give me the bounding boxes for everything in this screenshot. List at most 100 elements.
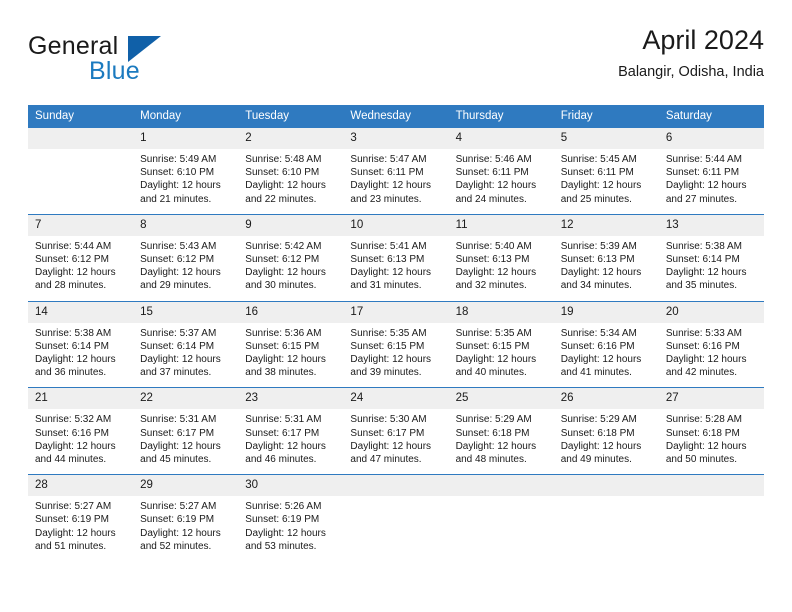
day-cell[interactable]: 4 Sunrise: 5:46 AM Sunset: 6:11 PM Daylight… [448, 128, 554, 214]
day-cell-empty [658, 475, 764, 561]
day-cell[interactable]: 9 Sunrise: 5:42 AM Sunset: 6:12 PM Daylight… [238, 214, 344, 301]
day-detail-line: Sunrise: 5:47 AM [350, 154, 427, 165]
day-detail-line: and 28 minutes. [35, 280, 107, 292]
day-cell[interactable]: 3 Sunrise: 5:47 AM Sunset: 6:11 PM Daylight… [343, 128, 449, 214]
day-detail-line: Daylight: 12 hours [140, 440, 221, 452]
day-detail-line: Sunrise: 5:34 AM [560, 327, 637, 339]
day-detail-line: Sunrise: 5:29 AM [455, 414, 532, 426]
logo-text-blue: Blue [89, 57, 140, 85]
day-detail-line: Daylight: 12 hours [665, 267, 747, 279]
day-detail-line: Sunset: 6:10 PM [245, 167, 320, 179]
day-details: Sunrise: 5:26 AM Sunset: 6:19 PM Daylight:… [238, 496, 343, 553]
day-detail-line: Sunrise: 5:37 AM [140, 327, 217, 339]
day-cell[interactable]: 28 Sunrise: 5:27 AM Sunset: 6:19 PM Dayligh… [28, 475, 134, 561]
title-block: April 2024 Balangir, Odisha, India [618, 24, 764, 82]
day-number: 17 [343, 301, 449, 323]
day-cell[interactable]: 10 Sunrise: 5:41 AM Sunset: 6:13 PM Dayligh… [343, 214, 449, 301]
day-cell[interactable]: 14 Sunrise: 5:38 AM Sunset: 6:14 PM Dayligh… [28, 301, 134, 388]
day-cell[interactable]: 11 Sunrise: 5:40 AM Sunset: 6:13 PM Dayligh… [448, 214, 554, 301]
day-number: 5 [553, 128, 659, 149]
calendar-page: General Blue April 2024 Balangir, Odisha… [0, 0, 792, 612]
day-detail-line: Sunset: 6:19 PM [140, 514, 215, 526]
day-cell[interactable]: 24 Sunrise: 5:30 AM Sunset: 6:17 PM Dayligh… [343, 388, 449, 474]
day-detail-line: Daylight: 12 hours [350, 354, 432, 366]
day-cell[interactable]: 29 Sunrise: 5:27 AM Sunset: 6:19 PM Dayligh… [133, 475, 239, 561]
day-cell[interactable]: 7 Sunrise: 5:44 AM Sunset: 6:12 PM Daylight… [28, 214, 134, 301]
general-blue-logo[interactable]: General Blue [28, 32, 238, 90]
day-detail-line: and 41 minutes. [560, 367, 632, 379]
day-number [28, 128, 134, 149]
day-cell[interactable]: 25 Sunrise: 5:29 AM Sunset: 6:18 PM Dayligh… [448, 388, 554, 474]
day-detail-line: Sunrise: 5:32 AM [35, 414, 112, 426]
day-detail-line: Sunrise: 5:49 AM [140, 154, 217, 165]
day-number: 18 [448, 301, 554, 323]
day-number: 27 [658, 388, 764, 410]
day-number: 14 [28, 301, 134, 323]
day-details: Sunrise: 5:45 AM Sunset: 6:11 PM Daylight:… [554, 149, 659, 206]
day-cell[interactable]: 8 Sunrise: 5:43 AM Sunset: 6:12 PM Daylight… [133, 214, 239, 301]
day-cell[interactable]: 23 Sunrise: 5:31 AM Sunset: 6:17 PM Dayligh… [238, 388, 344, 474]
day-details: Sunrise: 5:33 AM Sunset: 6:16 PM Daylight:… [659, 323, 764, 380]
day-detail-line: Sunrise: 5:44 AM [35, 240, 112, 252]
day-cell[interactable]: 19 Sunrise: 5:34 AM Sunset: 6:16 PM Dayligh… [553, 301, 659, 388]
day-details: Sunrise: 5:31 AM Sunset: 6:17 PM Daylight:… [133, 409, 238, 466]
day-cell[interactable]: 21 Sunrise: 5:32 AM Sunset: 6:16 PM Dayligh… [28, 388, 134, 474]
day-detail-line: Daylight: 12 hours [35, 440, 116, 452]
day-number: 1 [133, 128, 239, 149]
day-detail-line: Sunset: 6:11 PM [350, 167, 424, 179]
day-detail-line: and 29 minutes. [140, 280, 212, 292]
day-detail-line: Sunrise: 5:31 AM [245, 414, 322, 426]
day-detail-line: and 24 minutes. [455, 193, 527, 205]
day-detail-line: Daylight: 12 hours [350, 180, 432, 192]
day-number: 9 [238, 214, 344, 236]
day-detail-line: and 32 minutes. [455, 280, 527, 292]
day-detail-line: Daylight: 12 hours [245, 354, 326, 366]
day-cell[interactable]: 30 Sunrise: 5:26 AM Sunset: 6:19 PM Dayligh… [238, 475, 344, 561]
day-cell[interactable]: 12 Sunrise: 5:39 AM Sunset: 6:13 PM Dayligh… [553, 214, 659, 301]
day-number: 25 [448, 388, 554, 410]
day-detail-line: Sunrise: 5:36 AM [245, 327, 322, 339]
day-details: Sunrise: 5:36 AM Sunset: 6:15 PM Daylight:… [238, 323, 343, 380]
day-detail-line: and 53 minutes. [245, 540, 317, 552]
day-detail-line: Sunrise: 5:31 AM [140, 414, 217, 426]
day-detail-line: Sunrise: 5:30 AM [350, 414, 427, 426]
day-cell[interactable]: 15 Sunrise: 5:37 AM Sunset: 6:14 PM Dayligh… [133, 301, 239, 388]
day-detail-line: Sunset: 6:11 PM [455, 167, 529, 179]
day-detail-line: Sunset: 6:12 PM [245, 254, 320, 266]
day-cell[interactable]: 16 Sunrise: 5:36 AM Sunset: 6:15 PM Dayligh… [238, 301, 344, 388]
day-cell[interactable]: 13 Sunrise: 5:38 AM Sunset: 6:14 PM Dayligh… [658, 214, 764, 301]
day-detail-line: Daylight: 12 hours [665, 354, 747, 366]
day-detail-line: and 51 minutes. [35, 540, 107, 552]
day-details: Sunrise: 5:27 AM Sunset: 6:19 PM Daylight:… [28, 496, 133, 553]
day-detail-line: and 21 minutes. [140, 193, 212, 205]
day-number: 11 [448, 214, 554, 236]
day-number: 8 [133, 214, 239, 236]
day-detail-line: Daylight: 12 hours [140, 267, 221, 279]
day-detail-line: Sunrise: 5:27 AM [35, 501, 112, 513]
day-detail-line: and 47 minutes. [350, 454, 422, 466]
day-cell[interactable]: 18 Sunrise: 5:35 AM Sunset: 6:15 PM Dayligh… [448, 301, 554, 388]
day-detail-line: and 50 minutes. [665, 454, 738, 466]
weekday-header-wednesday: Wednesday [350, 110, 411, 122]
day-detail-line: Sunrise: 5:41 AM [350, 240, 427, 252]
day-number [658, 475, 764, 497]
day-cell[interactable]: 5 Sunrise: 5:45 AM Sunset: 6:11 PM Daylight… [553, 128, 659, 214]
calendar-week-row: 1 Sunrise: 5:49 AM Sunset: 6:10 PM Daylight… [28, 128, 764, 214]
day-cell[interactable]: 17 Sunrise: 5:35 AM Sunset: 6:15 PM Dayligh… [343, 301, 449, 388]
day-cell[interactable]: 6 Sunrise: 5:44 AM Sunset: 6:11 PM Daylight… [658, 128, 764, 214]
day-cell-empty [28, 128, 134, 214]
calendar-grid: Sunday Monday Tuesday Wednesday Thursday Frid… [28, 105, 764, 561]
day-cell[interactable]: 22 Sunrise: 5:31 AM Sunset: 6:17 PM Dayligh… [133, 388, 239, 474]
day-details: Sunrise: 5:47 AM Sunset: 6:11 PM Daylight:… [343, 149, 448, 206]
day-details: Sunrise: 5:31 AM Sunset: 6:17 PM Daylight:… [238, 409, 343, 466]
day-cell[interactable]: 27 Sunrise: 5:28 AM Sunset: 6:18 PM Dayligh… [658, 388, 764, 474]
day-cell[interactable]: 20 Sunrise: 5:33 AM Sunset: 6:16 PM Dayligh… [658, 301, 764, 388]
weekday-header-tuesday: Tuesday [245, 110, 289, 122]
day-details: Sunrise: 5:43 AM Sunset: 6:12 PM Daylight:… [133, 236, 238, 293]
day-cell[interactable]: 26 Sunrise: 5:29 AM Sunset: 6:18 PM Dayligh… [553, 388, 659, 474]
day-cell[interactable]: 1 Sunrise: 5:49 AM Sunset: 6:10 PM Daylight… [133, 128, 239, 214]
day-number [343, 475, 449, 497]
day-cell[interactable]: 2 Sunrise: 5:48 AM Sunset: 6:10 PM Daylight… [238, 128, 344, 214]
day-detail-line: Sunrise: 5:42 AM [245, 240, 322, 252]
day-detail-line: and 40 minutes. [455, 367, 527, 379]
